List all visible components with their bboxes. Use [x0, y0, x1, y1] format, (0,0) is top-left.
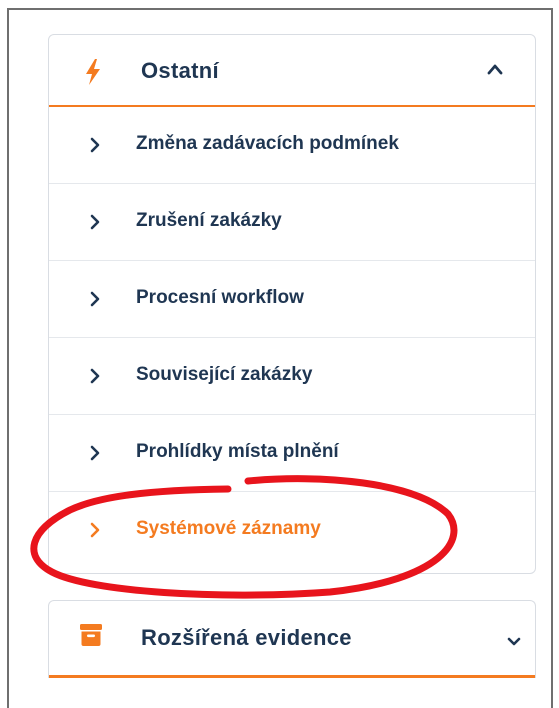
menu-item-prohlidky-mista-plneni[interactable]: Prohlídky místa plnění [49, 415, 535, 492]
accordion-title-rozsirena-evidence: Rozšířená evidence [141, 625, 352, 650]
chevron-down-icon[interactable] [507, 637, 521, 647]
accordion-header-rozsirena-evidence[interactable]: Rozšířená evidence [48, 600, 536, 678]
menu-item-zmena-zadavacich-podminek[interactable]: Změna zadávacích podmínek [49, 107, 535, 184]
bolt-icon [86, 59, 100, 85]
chevron-right-icon [90, 214, 100, 230]
chevron-right-icon [90, 137, 100, 153]
archive-icon [80, 624, 102, 646]
menu-item-label: Změna zadávacích podmínek [136, 133, 399, 154]
chevron-right-icon [90, 368, 100, 384]
accordion-ostatni: Ostatní Změna zadávacích podmínek Zrušen… [48, 34, 536, 574]
menu-item-zruseni-zakazky[interactable]: Zrušení zakázky [49, 184, 535, 261]
accordion-header-ostatni[interactable]: Ostatní [49, 35, 535, 107]
menu-item-label: Související zakázky [136, 364, 313, 385]
menu-item-procesni-workflow[interactable]: Procesní workflow [49, 261, 535, 338]
menu-item-systemove-zaznamy[interactable]: Systémové záznamy [49, 492, 535, 569]
menu-item-label: Prohlídky místa plnění [136, 441, 339, 462]
menu-item-label: Zrušení zakázky [136, 210, 282, 231]
chevron-right-icon [90, 291, 100, 307]
chevron-right-icon [90, 445, 100, 461]
menu-item-label: Systémové záznamy [136, 518, 321, 539]
accordion-header-underline [49, 675, 535, 678]
menu-item-souvisejici-zakazky[interactable]: Související zakázky [49, 338, 535, 415]
chevron-right-icon [90, 522, 100, 538]
accordion-title-ostatni: Ostatní [141, 58, 219, 83]
menu-item-label: Procesní workflow [136, 287, 304, 308]
chevron-up-icon[interactable] [487, 63, 503, 75]
